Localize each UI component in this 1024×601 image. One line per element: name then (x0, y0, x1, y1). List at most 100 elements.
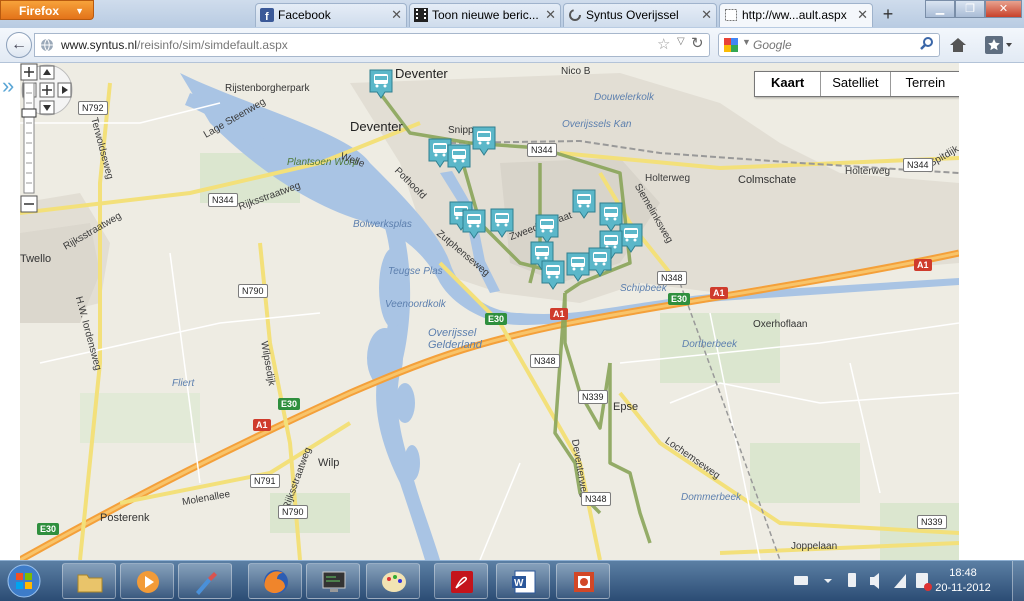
chevron-down-icon[interactable]: ▼ (742, 37, 751, 47)
new-tab-button[interactable]: + (875, 3, 901, 27)
bus-stop-marker[interactable] (571, 188, 597, 220)
route-shield: A1 (710, 287, 728, 299)
film-icon (414, 8, 428, 22)
taskbar-terminal[interactable] (306, 563, 360, 599)
word-icon: W (512, 570, 536, 594)
powerpoint-icon (574, 572, 594, 592)
place-label: Wilp (318, 457, 340, 469)
bus-stop-marker[interactable] (471, 125, 497, 157)
url-bar[interactable]: www.syntus.nl/reisinfo/sim/simdefault.as… (34, 33, 710, 57)
water-label: Fliert (172, 378, 195, 389)
route-shield: N344 (527, 143, 557, 157)
close-icon[interactable]: ✕ (701, 4, 712, 26)
bus-stop-marker[interactable] (446, 143, 472, 175)
place-label: Deventer (395, 66, 448, 81)
taskbar-firefox[interactable] (248, 563, 302, 599)
place-label: Oxerhoflaan (753, 319, 808, 330)
show-desktop-button[interactable] (1012, 561, 1024, 601)
place-label: Twello (20, 253, 52, 265)
route-shield: A1 (253, 419, 271, 431)
route-shield: A1 (550, 308, 568, 320)
place-label: Rijstenborgherpark (225, 83, 310, 94)
minimize-button[interactable]: ▁ (925, 0, 955, 18)
place-label: Epse (613, 401, 639, 413)
monitor-icon (322, 571, 346, 592)
route-shield: N348 (657, 271, 687, 285)
home-icon[interactable] (948, 35, 968, 55)
firefox-menu-button[interactable]: Firefox ▼ (0, 0, 94, 20)
route-shield: E30 (485, 313, 508, 325)
water-label: Veenoordkolk (385, 299, 446, 310)
tab-label: Facebook (278, 8, 331, 22)
double-chevron-right-icon: » (2, 73, 15, 98)
road-label: Joppelaan (791, 541, 838, 552)
network-icon (894, 574, 906, 588)
usb-icon (848, 573, 856, 587)
close-icon[interactable]: ✕ (391, 4, 402, 26)
maximize-button[interactable]: ❐ (955, 0, 985, 18)
taskbar-word[interactable]: W (496, 563, 550, 599)
url-path: /reisinfo/sim/simdefault.aspx (137, 38, 288, 52)
water-label: Teugse Plas (388, 266, 443, 277)
taskbar-paint-tool[interactable] (178, 563, 232, 599)
search-icon[interactable] (919, 36, 935, 52)
water-label: Overijssel (428, 327, 477, 339)
bus-stop-marker[interactable] (461, 208, 487, 240)
reload-icon[interactable]: ↻ (691, 34, 704, 52)
map-type-satelliet[interactable]: Satelliet (820, 72, 889, 96)
place-label: Colmschate (738, 174, 797, 186)
map-view[interactable]: Kaart Satelliet Terrein Deventer Devente… (20, 63, 959, 560)
route-shield: N348 (530, 354, 560, 368)
tab-facebook[interactable]: f Facebook ✕ (255, 3, 407, 27)
close-icon[interactable]: ✕ (545, 4, 556, 26)
map-type-terrein[interactable]: Terrein (889, 72, 960, 96)
close-window-button[interactable]: ✕ (985, 0, 1022, 18)
search-bar[interactable]: ▼ (718, 33, 940, 57)
zoom-slider[interactable] (20, 63, 38, 213)
taskbar-acrobat[interactable] (434, 563, 488, 599)
bus-stop-marker[interactable] (368, 68, 394, 100)
bus-stop-marker[interactable] (489, 207, 515, 239)
windows-taskbar: W 18:48 20-11-2012 (0, 560, 1024, 601)
pdf-icon (451, 571, 473, 593)
page-right-margin (959, 63, 1024, 560)
star-icon[interactable]: ☆ (657, 35, 670, 53)
back-button[interactable]: ← (6, 32, 32, 58)
route-shield: N344 (903, 158, 933, 172)
route-shield: A1 (914, 259, 932, 271)
windows-start-button[interactable] (4, 562, 44, 600)
close-icon[interactable]: ✕ (857, 4, 868, 26)
place-label: Nico B (561, 66, 591, 77)
side-panel-toggle[interactable]: » (0, 63, 21, 560)
blank-page-icon (725, 9, 737, 21)
taskbar-paint[interactable] (366, 563, 420, 599)
taskbar-media-player[interactable] (120, 563, 174, 599)
map-type-kaart[interactable]: Kaart (755, 72, 820, 96)
globe-icon (41, 38, 53, 52)
tab-simdefault[interactable]: http://ww...ault.aspx ✕ (719, 3, 873, 27)
google-icon (724, 38, 738, 52)
arrow-left-icon: ← (11, 36, 27, 53)
chevron-down-icon[interactable]: ▽ (677, 36, 685, 47)
loading-icon (569, 9, 581, 21)
route-shield: N339 (578, 390, 608, 404)
tab-berichten[interactable]: Toon nieuwe beric... ✕ (409, 3, 561, 27)
water-label: Douwelerkolk (594, 92, 655, 103)
water-label: Dommerbeek (681, 492, 742, 503)
search-input[interactable] (753, 36, 913, 54)
paint-brush-icon (196, 572, 217, 595)
route-shield: N790 (278, 505, 308, 519)
bus-stop-marker[interactable] (540, 259, 566, 291)
tab-syntus-overijssel[interactable]: Syntus Overijssel ✕ (563, 3, 717, 27)
navigation-bar: ← www.syntus.nl/reisinfo/sim/simdefault.… (0, 28, 1024, 63)
water-label: Gelderland (428, 339, 482, 351)
water-label: Dortherbeek (682, 339, 738, 350)
clock[interactable]: 18:48 20-11-2012 (930, 566, 996, 596)
bookmarks-icon[interactable] (984, 35, 1014, 55)
route-shield: E30 (278, 398, 301, 410)
url-domain: www.syntus.nl (61, 38, 138, 52)
taskbar-explorer[interactable] (62, 563, 116, 599)
taskbar-powerpoint[interactable] (556, 563, 610, 599)
bus-stop-marker[interactable] (565, 251, 591, 283)
svg-text:W: W (514, 578, 524, 589)
